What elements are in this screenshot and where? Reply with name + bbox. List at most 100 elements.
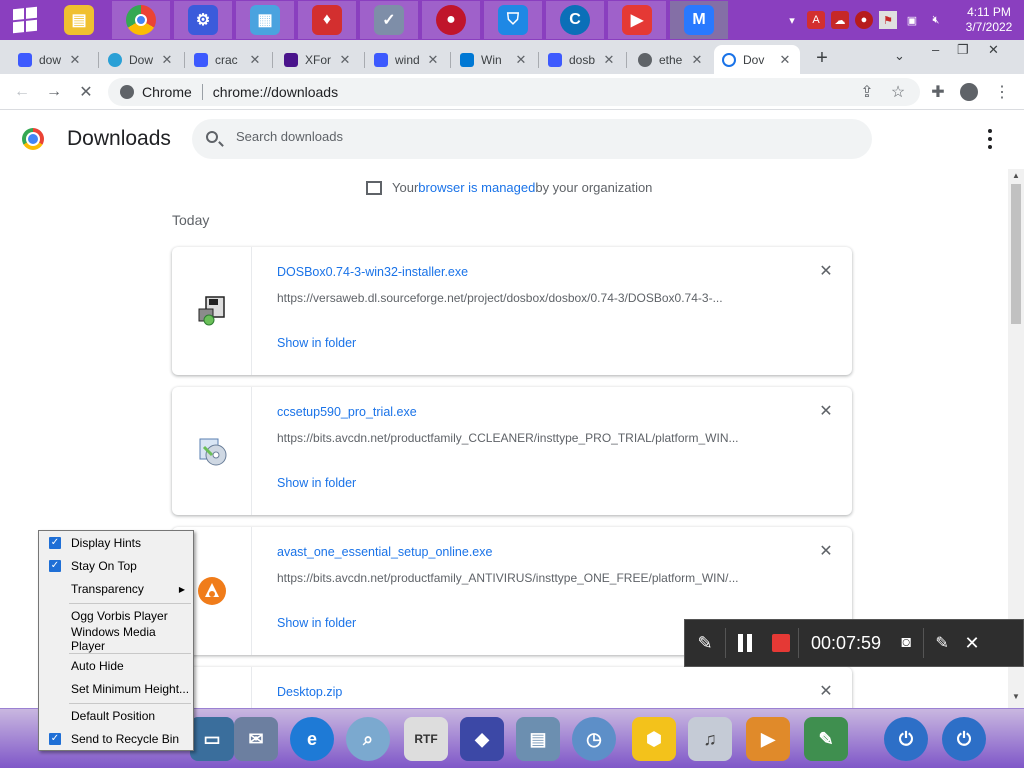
power-icon[interactable]: ⏻ bbox=[884, 717, 928, 761]
minimize-icon[interactable]: – bbox=[932, 42, 939, 57]
edit-export-icon[interactable]: ✎ bbox=[924, 633, 960, 653]
pen-annotate-icon[interactable]: ✎ bbox=[685, 633, 725, 654]
menu-item-stay-on-top[interactable]: ✓ Stay On Top bbox=[39, 555, 193, 577]
close-icon[interactable]: ✕ bbox=[514, 52, 528, 68]
close-icon[interactable]: ✕ bbox=[338, 52, 352, 68]
tab-5[interactable]: Win ✕ bbox=[452, 45, 536, 74]
taskbar-app-shield[interactable]: ♦ bbox=[298, 1, 356, 39]
restore-icon[interactable]: ❐ bbox=[957, 42, 969, 58]
menu-item-windows-media-player[interactable]: Windows Media Player bbox=[39, 625, 193, 653]
chevron-up-icon[interactable]: ▾ bbox=[783, 11, 801, 29]
remove-download-close-icon[interactable]: ✕ bbox=[817, 403, 835, 421]
close-icon[interactable]: ✕ bbox=[248, 52, 262, 68]
cloud-icon[interactable]: ☁ bbox=[831, 11, 849, 29]
tab-4[interactable]: wind ✕ bbox=[366, 45, 448, 74]
more-options-icon[interactable] bbox=[984, 129, 996, 149]
back-arrow-icon[interactable]: ← bbox=[10, 80, 34, 104]
rtf-doc-icon[interactable]: RTF bbox=[404, 717, 448, 761]
download-filename[interactable]: avast_one_essential_setup_online.exe bbox=[277, 545, 492, 559]
close-recorder-icon[interactable]: ✕ bbox=[960, 633, 984, 654]
menu-item-auto-hide[interactable]: Auto Hide bbox=[39, 655, 193, 677]
menu-item-display-hints[interactable]: ✓ Display Hints bbox=[39, 532, 193, 554]
menu-item-default-position[interactable]: Default Position bbox=[39, 705, 193, 727]
red-dot-icon[interactable]: ● bbox=[855, 11, 873, 29]
taskbar-app-security[interactable]: ✓ bbox=[360, 1, 418, 39]
close-icon[interactable]: ✕ bbox=[160, 52, 174, 68]
pause-icon[interactable] bbox=[726, 634, 764, 652]
taskbar-clock[interactable]: 4:11 PM 3/7/2022 bbox=[954, 5, 1024, 35]
shutdown-icon[interactable]: ⏻ bbox=[942, 717, 986, 761]
paint-icon[interactable]: ✎ bbox=[804, 717, 848, 761]
remove-download-close-icon[interactable]: ✕ bbox=[817, 683, 835, 701]
volume-muted-icon[interactable]: 🔇︎ bbox=[927, 11, 945, 29]
taskbar-app-red-globe[interactable]: ● bbox=[422, 1, 480, 39]
taskbar-app-video-recorder[interactable]: ▶ bbox=[608, 1, 666, 39]
camera-icon[interactable]: ◙ bbox=[889, 634, 923, 652]
show-in-folder-link[interactable]: Show in folder bbox=[277, 336, 356, 350]
tab-7[interactable]: ethe ✕ bbox=[630, 45, 712, 74]
scroll-down-arrow-icon[interactable]: ▼ bbox=[1011, 692, 1021, 701]
remove-download-close-icon[interactable]: ✕ bbox=[817, 263, 835, 281]
chevron-down-icon[interactable]: ⌄ bbox=[894, 48, 905, 64]
mail-icon[interactable]: ✉ bbox=[234, 717, 278, 761]
magnifier-icon[interactable]: ⌕ bbox=[346, 717, 390, 761]
taskbar-app-malwarebytes[interactable]: M bbox=[670, 1, 728, 39]
menu-item-transparency[interactable]: Transparency ▶ bbox=[39, 578, 193, 600]
menu-item-send-to-recycle-bin[interactable]: ✓ Send to Recycle Bin bbox=[39, 728, 193, 750]
download-filename[interactable]: Desktop.zip bbox=[277, 685, 342, 699]
menu-item-set-minimum-height[interactable]: Set Minimum Height... bbox=[39, 678, 193, 700]
tab-8-active[interactable]: Dov ✕ bbox=[714, 45, 800, 74]
close-icon[interactable]: ✕ bbox=[68, 52, 82, 68]
extensions-puzzle-icon[interactable]: ✚ bbox=[926, 80, 950, 104]
taskbar-app-ccleaner[interactable]: C bbox=[546, 1, 604, 39]
hexagon-gear-icon[interactable]: ⬢ bbox=[632, 717, 676, 761]
ie-icon[interactable]: e bbox=[290, 717, 334, 761]
sound-icon[interactable]: ♫ bbox=[688, 717, 732, 761]
taskbar-app-blue-shield[interactable]: ⛉ bbox=[484, 1, 542, 39]
drive-icon[interactable]: ▤ bbox=[516, 717, 560, 761]
forward-arrow-icon[interactable]: → bbox=[42, 80, 66, 104]
scroll-thumb[interactable] bbox=[1011, 184, 1021, 324]
network-icon[interactable]: ▣ bbox=[903, 11, 921, 29]
address-bar[interactable]: Chrome chrome://downloads bbox=[108, 78, 920, 106]
close-icon[interactable]: ✕ bbox=[778, 52, 792, 68]
taskbar-app-control-panel[interactable]: ▦ bbox=[236, 1, 294, 39]
new-tab-button[interactable]: + bbox=[811, 47, 833, 69]
media-player-icon[interactable]: ▶ bbox=[746, 717, 790, 761]
tab-3[interactable]: XFor ✕ bbox=[276, 45, 360, 74]
flag-icon[interactable]: ⚑ bbox=[879, 11, 897, 29]
tab-1[interactable]: Dow ✕ bbox=[100, 45, 182, 74]
bookmark-star-icon[interactable]: ☆ bbox=[886, 80, 910, 104]
profile-avatar-icon[interactable] bbox=[957, 80, 981, 104]
download-url[interactable]: https://versaweb.dl.sourceforge.net/proj… bbox=[277, 291, 777, 305]
search-input[interactable] bbox=[236, 129, 836, 144]
computer-icon[interactable]: ▭ bbox=[190, 717, 234, 761]
download-filename[interactable]: ccsetup590_pro_trial.exe bbox=[277, 405, 417, 419]
download-url[interactable]: https://bits.avcdn.net/productfamily_CCL… bbox=[277, 431, 777, 445]
remove-download-close-icon[interactable]: ✕ bbox=[817, 543, 835, 561]
close-icon[interactable]: ✕ bbox=[426, 52, 440, 68]
tab-2[interactable]: crac ✕ bbox=[186, 45, 270, 74]
download-filename[interactable]: DOSBox0.74-3-win32-installer.exe bbox=[277, 265, 468, 279]
taskbar-app-chrome[interactable] bbox=[112, 1, 170, 39]
tab-0[interactable]: dow ✕ bbox=[10, 45, 90, 74]
taskbar-app-file-explorer[interactable]: ▤ bbox=[50, 1, 108, 39]
show-in-folder-link[interactable]: Show in folder bbox=[277, 476, 356, 490]
stop-loading-icon[interactable]: ✕ bbox=[74, 80, 98, 104]
show-in-folder-link[interactable]: Show in folder bbox=[277, 616, 356, 630]
stop-record-icon[interactable] bbox=[764, 634, 798, 652]
menu-item-ogg-vorbis-player[interactable]: Ogg Vorbis Player bbox=[39, 605, 193, 627]
tab-6[interactable]: dosb ✕ bbox=[540, 45, 624, 74]
download-url[interactable]: https://bits.avcdn.net/productfamily_ANT… bbox=[277, 571, 777, 585]
share-icon[interactable]: ⇪ bbox=[855, 80, 879, 104]
window-close-icon[interactable]: ✕ bbox=[988, 42, 999, 58]
close-icon[interactable]: ✕ bbox=[690, 52, 704, 68]
cube-icon[interactable]: ◆ bbox=[460, 717, 504, 761]
acrobat-icon[interactable]: A bbox=[807, 11, 825, 29]
taskbar-app-settings[interactable]: ⚙ bbox=[174, 1, 232, 39]
start-button[interactable] bbox=[0, 0, 50, 40]
scroll-up-arrow-icon[interactable]: ▲ bbox=[1011, 171, 1021, 180]
managed-link[interactable]: browser is managed bbox=[418, 180, 535, 195]
close-icon[interactable]: ✕ bbox=[602, 52, 616, 68]
clock-folder-icon[interactable]: ◷ bbox=[572, 717, 616, 761]
